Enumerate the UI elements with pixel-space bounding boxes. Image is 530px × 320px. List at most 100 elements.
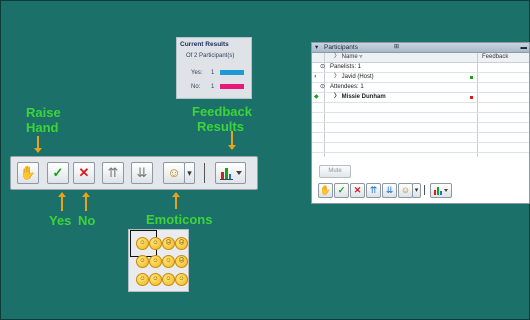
feedback-results-callout-line1: Feedback — [192, 104, 252, 119]
emoticon-option-icon[interactable]: ☺ — [149, 273, 162, 286]
yes-arrow — [58, 192, 66, 211]
no-button[interactable]: ✕ — [350, 183, 365, 198]
raise-hand-button[interactable]: ✋ — [17, 162, 39, 184]
grid-icon[interactable]: ⊞ — [394, 43, 399, 52]
participants-title-bar: ▾ Participants ⊞ ▬ — [312, 43, 529, 53]
participant-name: 〉 Javid (Host) — [334, 74, 374, 80]
yes-button[interactable]: ✓ — [334, 183, 349, 198]
current-results-panel: Current Results Of 2 Participant(s) Yes:… — [176, 37, 252, 99]
yes-result-count: 1 — [211, 70, 215, 76]
raise-hand-callout-line1: Raise — [26, 105, 61, 120]
empty-row — [312, 143, 529, 153]
feedback-toolbar: ✋ ✓ ✕ ⇈ ⇊ ☺ ▾ — [10, 156, 258, 190]
participants-feedback-toolbar: ✋ ✓ ✕ ⇈ ⇊ ☺ ▾ — [314, 183, 527, 201]
no-x-icon: ✕ — [78, 165, 90, 180]
emoticons-callout: Emoticons — [146, 212, 213, 227]
participant-name-text: Javid (Host) — [341, 74, 374, 80]
feedback-results-callout: Feedback Results — [192, 104, 252, 134]
raise-hand-icon: ✋ — [19, 165, 37, 180]
slow-down-button[interactable]: ⇊ — [382, 183, 397, 198]
no-arrow — [82, 192, 90, 211]
participants-column-header: 〉 Name ▿ Feedback — [312, 53, 529, 63]
emoticon-option-icon[interactable]: ☺ — [136, 255, 149, 268]
participant-status-dot — [470, 96, 473, 99]
emoticon-option-icon[interactable]: ☺ — [136, 237, 149, 250]
emoticon-option-icon[interactable]: ☹ — [175, 255, 188, 268]
host-globe-icon: ◐ — [314, 74, 318, 80]
feedback-results-button[interactable] — [215, 162, 246, 184]
raise-hand-icon: ✋ — [319, 185, 332, 195]
speed-up-button[interactable]: ⇈ — [102, 162, 124, 184]
collapse-triangle-icon[interactable]: ▾ — [315, 43, 318, 52]
name-column-header[interactable]: 〉 Name ▿ — [334, 53, 362, 62]
participants-panel: ▾ Participants ⊞ ▬ 〉 Name ▿ Feedback ⊙ P… — [311, 42, 530, 204]
collapse-circle-icon[interactable]: ⊙ — [320, 63, 325, 72]
panelists-label: Panelists: 1 — [330, 64, 362, 70]
no-button[interactable]: ✕ — [73, 162, 95, 184]
yes-callout: Yes — [49, 213, 72, 228]
participant-name: 〉 Missie Dunham — [334, 94, 386, 100]
no-result-count: 1 — [211, 84, 215, 90]
empty-row — [312, 113, 529, 123]
feedback-results-callout-line2: Results — [197, 119, 244, 134]
participant-group-row[interactable]: ⊙ Panelists: 1 — [312, 63, 529, 73]
name-column-label: Name — [341, 54, 358, 60]
no-callout: No — [78, 213, 96, 228]
empty-row — [312, 103, 529, 113]
slow-down-icon: ⇊ — [385, 185, 394, 195]
speed-up-button[interactable]: ⇈ — [366, 183, 381, 198]
emoticon-option-icon[interactable]: ☺ — [162, 273, 175, 286]
emoticon-option-icon[interactable]: ☺ — [175, 273, 188, 286]
current-results-title: Current Results — [180, 41, 229, 48]
participants-title: Participants — [324, 44, 358, 51]
yes-check-icon: ✓ — [337, 185, 346, 195]
emoticons-arrow — [172, 192, 180, 209]
participant-status-dot — [470, 76, 473, 79]
emoticon-option-icon[interactable]: ☺ — [149, 237, 162, 250]
emoticon-option-icon[interactable]: ☹ — [162, 237, 175, 250]
mute-button[interactable]: Mute — [319, 165, 351, 178]
emoticon-palette: ☺ ☺ ☹ ☹ ☺ ☺ ☺ ☹ ☺ ☺ ☺ ☺ — [128, 229, 189, 292]
emoticon-button[interactable]: ☺ — [163, 162, 185, 184]
yes-result-bar — [220, 70, 244, 75]
no-x-icon: ✕ — [353, 185, 362, 195]
emoticon-button[interactable]: ☺ — [398, 183, 413, 198]
raise-hand-arrow — [34, 136, 42, 153]
emoticon-icon: ☺ — [167, 165, 181, 180]
participant-group-row[interactable]: ⊙ Attendees: 1 — [312, 83, 529, 93]
feedback-results-button[interactable] — [430, 183, 452, 198]
no-result-bar — [220, 84, 244, 89]
participant-name-text: Missie Dunham — [341, 94, 386, 100]
bar-chart-icon — [434, 187, 448, 195]
toolbar-divider — [204, 163, 205, 183]
raise-hand-callout: Raise Hand — [26, 105, 61, 135]
participant-row[interactable]: ◐ 〉 Javid (Host) — [312, 73, 529, 83]
feedback-column-header[interactable]: Feedback — [482, 53, 508, 62]
speed-up-icon: ⇈ — [107, 165, 119, 180]
empty-row — [312, 133, 529, 143]
feedback-results-arrow — [228, 131, 236, 150]
emoticon-option-icon[interactable]: ☹ — [175, 237, 188, 250]
slow-down-button[interactable]: ⇊ — [131, 162, 153, 184]
collapse-circle-icon[interactable]: ⊙ — [320, 83, 325, 92]
no-result-label: No: — [191, 84, 201, 90]
emoticon-icon: ☺ — [400, 185, 411, 195]
yes-button[interactable]: ✓ — [47, 162, 69, 184]
emoticon-option-icon[interactable]: ☺ — [149, 255, 162, 268]
emoticon-dropdown-button[interactable]: ▾ — [184, 162, 195, 184]
speed-up-icon: ⇈ — [369, 185, 378, 195]
minimize-icon[interactable]: ▬ — [521, 43, 528, 52]
chevron-down-icon: ▾ — [187, 168, 192, 178]
participant-row[interactable]: ◆ 〉 Missie Dunham — [312, 93, 529, 103]
slide-background: Raise Hand Feedback Results Yes No Emoti… — [0, 0, 530, 320]
emoticon-option-icon[interactable]: ☺ — [136, 273, 149, 286]
empty-row — [312, 123, 529, 133]
raise-hand-callout-line2: Hand — [26, 120, 59, 135]
emoticon-option-icon[interactable]: ☺ — [162, 255, 175, 268]
raise-hand-button[interactable]: ✋ — [318, 183, 333, 198]
yes-check-icon: ✓ — [52, 165, 64, 180]
attendees-label: Attendees: 1 — [330, 84, 364, 90]
yes-result-label: Yes: — [191, 70, 203, 76]
bar-chart-icon — [220, 168, 242, 180]
emoticon-dropdown-button[interactable]: ▾ — [412, 183, 421, 198]
